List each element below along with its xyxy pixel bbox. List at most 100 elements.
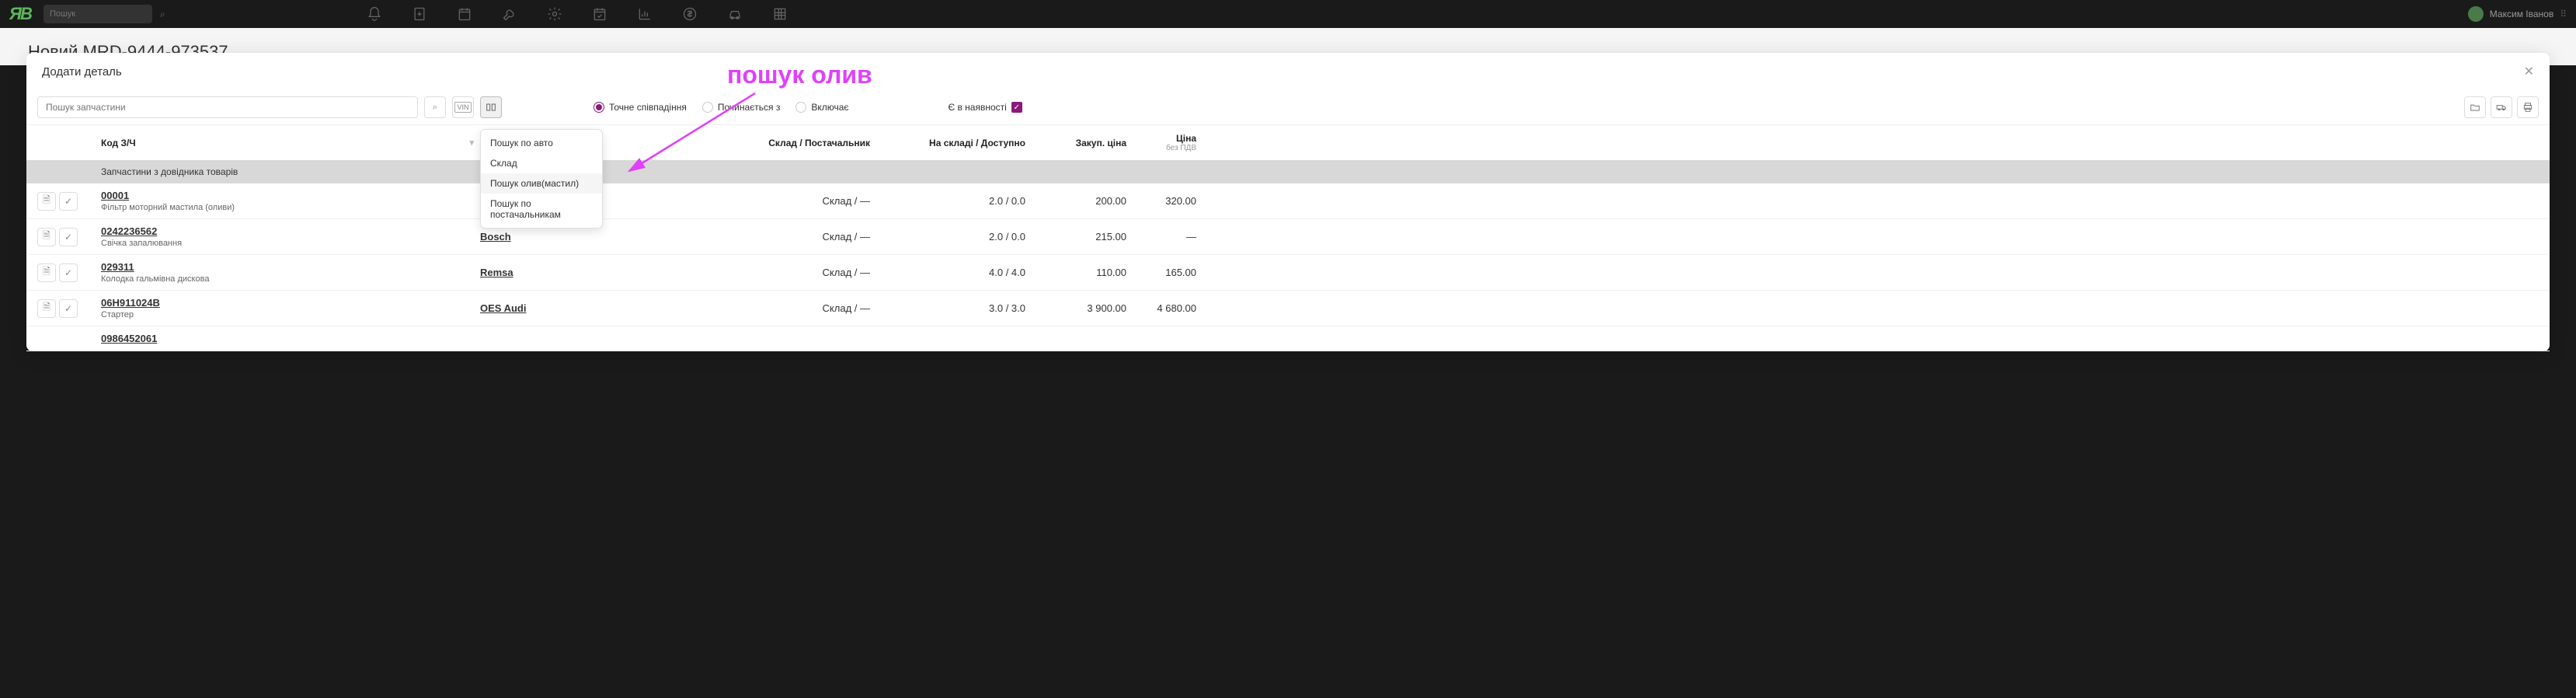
check-button[interactable]: ✓ [59,263,78,282]
cell-pprice: 110.00 [1025,267,1126,278]
radio-dot [702,102,713,113]
cell-supplier: Склад / — [715,231,870,243]
brand-link[interactable]: Bosch [480,231,511,243]
cell-pprice: 215.00 [1025,231,1126,243]
check-button[interactable]: ✓ [59,228,78,246]
part-code-link[interactable]: 06H911024B [101,297,480,309]
grid-icon[interactable] [772,6,788,22]
user-name: Максим Іванов [2490,9,2553,19]
calendar-icon[interactable] [457,6,472,22]
doc-icon[interactable]: 🗎 [37,192,56,211]
search-top-input[interactable] [50,9,160,19]
modal-overlay: пошук олив Додати деталь ✕ ⌕ VIN Пошук п… [26,53,2550,698]
radio-dot-on [594,102,604,113]
user-area[interactable]: Максим Іванов ⠿ [2468,6,2567,22]
parts-table: Код З/Ч▾ Додаткова інформація Склад / По… [26,124,2550,351]
search-top[interactable]: ⌕ [44,5,152,23]
catalog-dropdown-wrap: Пошук по авто Склад Пошук олив(мастил) П… [480,96,502,118]
cell-price: 4 680.00 [1126,302,1196,314]
cell-stock: 2.0 / 0.0 [870,231,1025,243]
cell-supplier: Склад / — [715,195,870,207]
th-stock: На складі / Доступно [870,138,1025,148]
radio-contains[interactable]: Включає [795,102,848,113]
dd-item-suppliers[interactable]: Пошук по постачальникам [481,194,602,225]
part-desc: Колодка гальмівна дискова [101,274,480,284]
match-radio-group: Точне співпадіння Починається з Включає [594,102,849,113]
part-desc: Фільтр моторний мастила (оливи) [101,203,480,212]
part-code-link[interactable]: 0242236562 [101,225,480,237]
doc-icon[interactable]: 🗎 [37,263,56,282]
gear-icon[interactable] [547,6,562,22]
file-plus-icon[interactable] [412,6,427,22]
top-nav-icons [367,6,788,22]
dd-item-oils[interactable]: Пошук олив(мастил) [481,173,602,194]
part-code-link[interactable]: 00001 [101,190,480,201]
search-button[interactable]: ⌕ [424,96,446,118]
dollar-icon[interactable] [682,6,698,22]
table-row: 🗎 ✓ 06H911024BСтартер OES Audi Склад / —… [26,291,2550,326]
th-supplier: Склад / Постачальник [715,138,870,148]
close-icon[interactable]: ✕ [2524,64,2534,79]
table-row: 0986452061 [26,326,2550,351]
cell-supplier: Склад / — [715,302,870,314]
brand-link[interactable]: OES Audi [480,302,526,314]
schedule-icon[interactable] [592,6,607,22]
radio-exact[interactable]: Точне співпадіння [594,102,687,113]
section-row: Запчастини з довідника товарів [26,160,2550,183]
part-code-link[interactable]: 0986452061 [101,333,480,344]
search-icon: ⌕ [160,9,165,20]
cell-price: 320.00 [1126,195,1196,207]
dd-item-warehouse[interactable]: Склад [481,153,602,173]
check-button[interactable]: ✓ [59,192,78,211]
car-icon[interactable] [727,6,743,22]
check-button[interactable]: ✓ [59,299,78,318]
chart-icon[interactable] [637,6,653,22]
truck-button[interactable] [2491,96,2512,118]
radio-starts[interactable]: Починається з [702,102,781,113]
search-parts-input[interactable] [46,97,409,117]
table-row: 🗎 ✓ 0242236562 Свічка запалювання Bosch С… [26,219,2550,255]
catalog-button[interactable] [480,96,502,118]
search-row: ⌕ VIN Пошук по авто Склад Пошук олив(мас… [26,90,2550,124]
th-price: Цінабез ПДВ [1126,133,1196,152]
folder-button[interactable] [2464,96,2486,118]
in-stock-toggle[interactable]: Є в наявності ✓ [949,102,1022,113]
cell-stock: 2.0 / 0.0 [870,195,1025,207]
wrench-icon[interactable] [502,6,517,22]
doc-icon[interactable]: 🗎 [37,228,56,246]
modal-header: Додати деталь ✕ [26,53,2550,90]
right-icons [2464,96,2539,118]
bell-icon[interactable] [367,6,382,22]
table-row: 🗎 ✓ 00001 Фільтр моторний мастила (оливи)… [26,183,2550,219]
modal-title: Додати деталь [42,65,122,79]
dd-item-auto[interactable]: Пошук по авто [481,133,602,153]
th-pprice: Закуп. ціна [1025,138,1126,148]
filter-icon[interactable]: ▾ [469,138,474,148]
radio-dot [795,102,806,113]
cell-stock: 4.0 / 4.0 [870,267,1025,278]
logo: ЯВ [9,4,31,24]
vin-button[interactable]: VIN [452,96,474,118]
apps-icon[interactable]: ⠿ [2560,9,2567,19]
table-header: Код З/Ч▾ Додаткова інформація Склад / По… [26,125,2550,160]
cell-pprice: 3 900.00 [1025,302,1126,314]
brand-link[interactable]: Remsa [480,267,513,278]
part-desc: Свічка запалювання [101,239,480,248]
search-parts-wrap [37,96,418,118]
check-icon: ✓ [1011,102,1022,113]
cell-supplier: Склад / — [715,267,870,278]
part-code-link[interactable]: 029311 [101,261,480,273]
modal: пошук олив Додати деталь ✕ ⌕ VIN Пошук п… [26,53,2550,351]
part-desc: Стартер [101,310,480,319]
cell-price: 165.00 [1126,267,1196,278]
table-row: 🗎 ✓ 029311Колодка гальмівна дискова Rems… [26,255,2550,291]
catalog-dropdown: Пошук по авто Склад Пошук олив(мастил) П… [480,129,603,229]
cell-price: — [1126,231,1196,243]
print-button[interactable] [2517,96,2539,118]
avatar [2468,6,2484,22]
cell-pprice: 200.00 [1025,195,1126,207]
th-code: Код З/Ч [101,138,136,148]
topbar: ЯВ ⌕ Максим Іванов ⠿ [0,0,2576,28]
doc-icon[interactable]: 🗎 [37,299,56,318]
cell-stock: 3.0 / 3.0 [870,302,1025,314]
